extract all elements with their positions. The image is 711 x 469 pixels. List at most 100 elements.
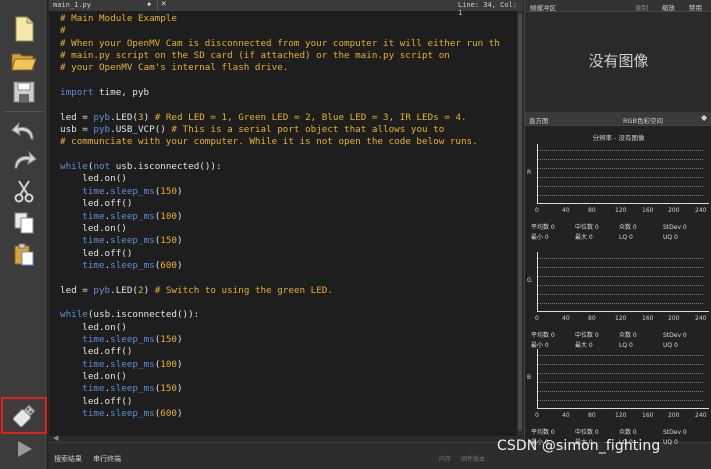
stat-value: 平均数 0 xyxy=(531,429,555,436)
paste-icon[interactable] xyxy=(6,240,42,270)
run-icon[interactable] xyxy=(6,434,42,464)
tick-label: 240 xyxy=(695,315,707,322)
code-token: sleep_ms xyxy=(110,185,155,197)
code-token: sleep_ms xyxy=(110,259,155,271)
frame-buffer-header: 帧缓冲区 录制 缩放 禁用 xyxy=(525,0,711,12)
code-token: # Main Module Example xyxy=(60,13,177,24)
code-token: # When your OpenMV Cam is disconnected f… xyxy=(60,37,500,49)
stat-value: LQ 0 xyxy=(619,342,633,349)
tab-search-results[interactable]: 搜索结果 xyxy=(54,454,82,464)
tick-label: 80 xyxy=(588,412,596,419)
code-token: time xyxy=(82,185,105,197)
stat-value: 最大 0 xyxy=(575,234,593,241)
code-token: ) xyxy=(177,259,183,271)
copy-icon[interactable] xyxy=(6,208,42,238)
scrollbar-thumb[interactable] xyxy=(518,13,522,431)
redo-icon[interactable] xyxy=(6,145,42,175)
tab-serial-terminal[interactable]: 串行终端 xyxy=(93,454,121,464)
tick-label: 160 xyxy=(642,315,654,322)
code-token: led.on() xyxy=(60,173,127,185)
code-token: sleep_ms xyxy=(110,333,155,345)
undo-icon[interactable] xyxy=(6,116,42,146)
code-token: # your OpenMV Cam's internal flash drive… xyxy=(60,62,289,74)
stat-value: LQ 0 xyxy=(619,234,633,241)
code-token: usb = xyxy=(60,124,94,136)
tick-label: 80 xyxy=(588,315,596,322)
new-file-icon[interactable] xyxy=(6,14,42,44)
code-token: while xyxy=(60,161,88,173)
code-token: ) xyxy=(177,185,183,197)
code-token: sleep_ms xyxy=(110,383,155,395)
record-button[interactable]: 录制 xyxy=(635,2,648,12)
code-token: 150 xyxy=(160,333,177,345)
stat-value: StDev 0 xyxy=(663,332,687,339)
code-token: # This is a serial port object that allo… xyxy=(171,124,445,136)
channel-label: B xyxy=(527,374,532,381)
zoom-button[interactable]: 缩放 xyxy=(662,2,675,12)
code-token: 150 xyxy=(160,185,177,197)
cut-icon[interactable] xyxy=(6,176,42,206)
firmware-status: 固件版本 xyxy=(461,456,486,463)
code-line: # communciate with your computer. While … xyxy=(60,136,500,148)
tick-label: 80 xyxy=(588,207,596,214)
open-folder-icon[interactable] xyxy=(6,46,42,76)
code-line: while(usb.isconnected()): xyxy=(60,309,500,321)
tick-label: 200 xyxy=(668,315,680,322)
grid-line xyxy=(538,364,703,365)
scroll-left-icon[interactable]: ◀ xyxy=(53,434,58,442)
file-dropdown-icon[interactable]: ◆ xyxy=(147,0,151,8)
code-line: time.sleep_ms(600) xyxy=(60,408,500,420)
grid-line xyxy=(538,285,703,286)
code-token: (usb.isconnected()): xyxy=(87,309,200,321)
grid-line xyxy=(538,195,703,196)
chevron-down-icon[interactable]: ◆ xyxy=(701,113,707,122)
stat-value: 众数 0 xyxy=(619,332,637,339)
code-line: led.on() xyxy=(60,322,500,334)
channel-label: R xyxy=(527,169,532,176)
code-token: sleep_ms xyxy=(110,358,155,370)
histogram-stats: 平均数 0 中位数 0 众数 0 StDev 0 xyxy=(531,330,703,339)
stat-value: StDev 0 xyxy=(663,429,687,436)
grid-line xyxy=(538,258,703,259)
histogram-plot-b xyxy=(537,349,709,409)
histogram-plot-g xyxy=(537,252,709,312)
code-token: ) xyxy=(177,383,183,395)
save-icon[interactable] xyxy=(6,77,42,107)
code-line: led.on() xyxy=(60,371,500,383)
code-line: time.sleep_ms(150) xyxy=(60,383,500,395)
close-file-icon[interactable]: ✕ xyxy=(161,0,166,9)
editor-vertical-scrollbar[interactable] xyxy=(517,11,523,436)
code-line: led = pyb.LED(3) # Red LED = 1, Green LE… xyxy=(60,112,500,124)
stat-value: StDev 0 xyxy=(663,224,687,231)
stat-value: 平均数 0 xyxy=(531,332,555,339)
file-tab[interactable]: main_1.py xyxy=(53,1,91,9)
tick-label: 200 xyxy=(668,207,680,214)
connect-usb-icon[interactable] xyxy=(6,401,42,431)
grid-line xyxy=(538,276,703,277)
code-line: import time, pyb xyxy=(60,87,500,99)
code-token: time xyxy=(82,408,105,419)
watermark-text: CSDN @simon_fighting xyxy=(497,438,661,454)
grid-line xyxy=(538,400,703,401)
code-token: 100 xyxy=(160,210,177,222)
code-token: time xyxy=(82,383,105,395)
colorspace-select[interactable]: RGB色彩空间 xyxy=(623,115,663,125)
code-line: # When your OpenMV Cam is disconnected f… xyxy=(60,38,500,50)
code-token: sleep_ms xyxy=(110,210,155,222)
code-token: pyb xyxy=(93,124,111,136)
code-line: led.on() xyxy=(60,173,500,185)
grid-line xyxy=(538,150,703,151)
stat-value: 中位数 0 xyxy=(575,224,599,231)
code-line: led.off() xyxy=(60,346,500,358)
disable-button[interactable]: 禁用 xyxy=(689,2,702,12)
code-text-area[interactable]: # Main Module Example # # When your OpenMV… xyxy=(49,11,523,441)
code-token: led.on() xyxy=(60,222,127,234)
code-line: time.sleep_ms(100) xyxy=(60,359,500,371)
code-token: led.off() xyxy=(60,395,133,407)
